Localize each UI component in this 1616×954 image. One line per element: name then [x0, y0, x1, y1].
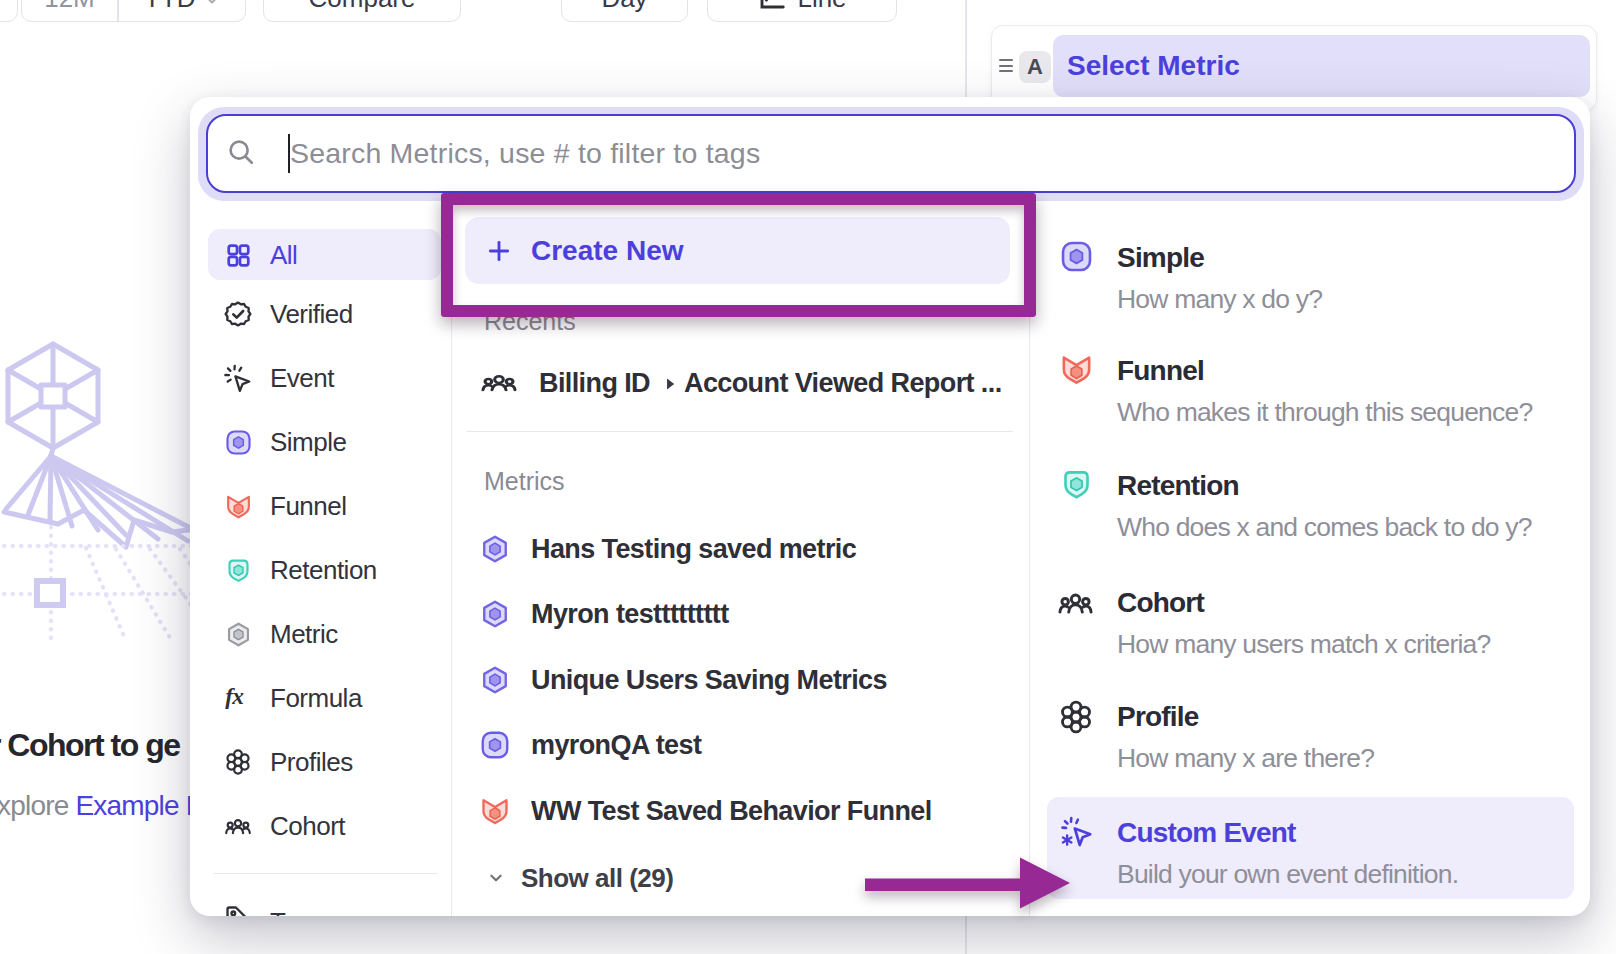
explore-text: xplore [0, 790, 75, 821]
metric-list-item[interactable]: myronQA test [466, 717, 1016, 773]
metric-list-item[interactable]: Hans Testing saved metric [466, 521, 1016, 577]
simple-metric-icon [1060, 240, 1093, 273]
metric-list-item[interactable]: Myron testtttttttt [466, 586, 1016, 642]
row-label-badge: A [1019, 51, 1051, 83]
sidebar-item-retention[interactable]: Retention [202, 544, 442, 596]
line-chart-type-button[interactable]: Line [707, 0, 897, 22]
annotation-arrow [850, 840, 1090, 925]
event-cursor-icon [224, 364, 252, 392]
tag-icon [224, 904, 252, 916]
sidebar-item-funnel[interactable]: Funnel [202, 480, 442, 532]
formula-fx-icon: fx [224, 684, 252, 712]
metric-hexagon-icon [224, 620, 252, 648]
sidebar-section-divider [213, 873, 438, 874]
show-all-toggle[interactable]: Show all (29) [485, 853, 673, 903]
date-range-group: 12M YTD [21, 0, 246, 22]
sidebar-item-profiles[interactable]: Profiles [202, 736, 442, 788]
example-boards-link[interactable]: Example B [75, 790, 190, 821]
chevron-down-icon [485, 867, 507, 889]
simple-metric-icon [480, 730, 510, 760]
funnel-metric-icon [1060, 353, 1093, 386]
sidebar-item-verified[interactable]: Verified [202, 288, 442, 340]
annotation-highlight-box [441, 193, 1036, 317]
verified-seal-icon [224, 300, 252, 328]
search-icon [226, 137, 256, 167]
breadcrumb-arrow-icon [660, 374, 680, 394]
funnel-metric-icon [480, 796, 510, 826]
saved-metric-hexagon-icon [480, 665, 510, 695]
sidebar-item-tags[interactable]: Tags [202, 892, 442, 916]
recents-metrics-divider [466, 431, 1013, 432]
funnel-metric-icon [224, 492, 252, 520]
sidebar-item-formula[interactable]: fx Formula [202, 672, 442, 724]
profiles-cluster-icon [1058, 699, 1091, 732]
range-12m-button[interactable]: 12M [22, 0, 117, 21]
select-metric-button[interactable]: Select Metric [1053, 35, 1590, 97]
sidebar-item-cohort[interactable]: Cohort [202, 800, 442, 852]
empty-state-subline: xplore Example B [0, 790, 190, 822]
saved-metric-hexagon-icon [480, 599, 510, 629]
profiles-cluster-icon [224, 748, 252, 776]
search-field[interactable] [206, 114, 1576, 193]
drag-handle-icon[interactable] [999, 59, 1013, 74]
chevron-down-icon [202, 0, 222, 10]
metrics-section-label: Metrics [484, 467, 565, 496]
empty-state-headline: r Cohort to ge [0, 727, 180, 764]
compare-button[interactable]: Compare [263, 0, 461, 22]
grid-icon [224, 241, 252, 269]
saved-metric-hexagon-icon [480, 534, 510, 564]
cohort-people-icon [480, 368, 518, 398]
recent-item-billing[interactable]: Billing ID Account Viewed Report ... [466, 355, 1016, 411]
search-input[interactable] [290, 118, 1560, 189]
line-chart-icon [757, 0, 787, 12]
metric-list-item[interactable]: WW Test Saved Behavior Funnel [466, 783, 1016, 839]
sidebar-item-all[interactable]: All [202, 229, 442, 281]
cohort-people-icon [224, 812, 252, 840]
sidebar-item-simple[interactable]: Simple [202, 416, 442, 468]
day-granularity-button[interactable]: Day [561, 0, 688, 22]
metric-list-item[interactable]: Unique Users Saving Metrics [466, 652, 1016, 708]
canvas-empty-state: r Cohort to ge xplore Example B [0, 0, 190, 954]
retention-metric-icon [1060, 468, 1093, 501]
cohort-people-icon [1057, 585, 1090, 618]
retention-metric-icon [224, 556, 252, 584]
sidebar-item-metric[interactable]: Metric [202, 608, 442, 660]
text-caret [288, 134, 290, 173]
sidebar-item-event[interactable]: Event [202, 352, 442, 404]
simple-metric-icon [224, 428, 252, 456]
range-ytd-button[interactable]: YTD [118, 0, 247, 21]
toolbar-edge-button[interactable] [0, 0, 18, 22]
svg-text:fx: fx [225, 684, 244, 709]
